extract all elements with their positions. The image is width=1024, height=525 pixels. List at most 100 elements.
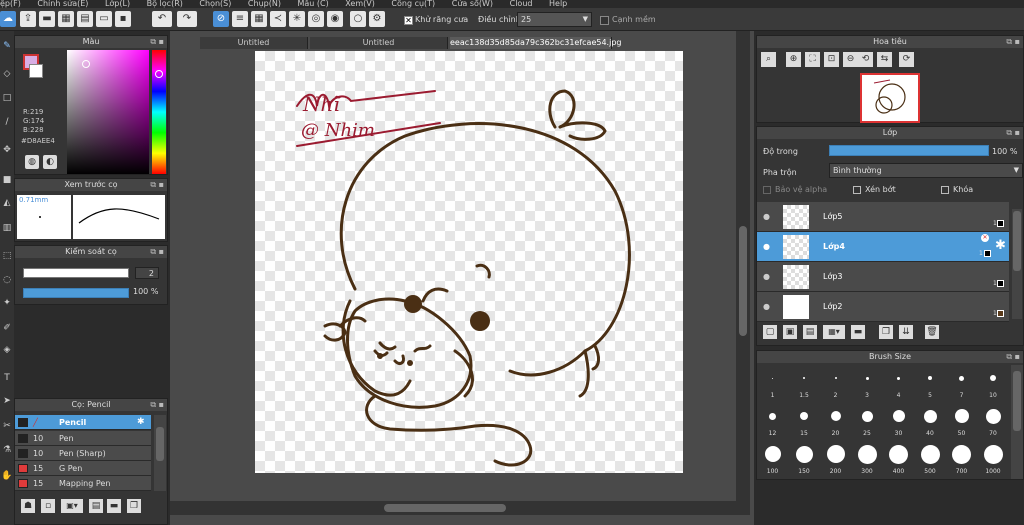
brush-size-cell[interactable]: 30 xyxy=(883,403,914,439)
brush-size-value[interactable]: 2 xyxy=(135,267,159,279)
duplicate-layer-icon[interactable]: ❐ xyxy=(879,325,893,339)
document-icon[interactable]: ▤ xyxy=(77,11,93,27)
scroll-thumb[interactable] xyxy=(156,427,164,461)
brush-settings-icon[interactable]: ☗ xyxy=(21,499,35,513)
hue-slider[interactable] xyxy=(152,50,166,174)
vertical-scrollbar[interactable] xyxy=(736,31,750,507)
panel-menu-icon[interactable]: ⧉ ▪ xyxy=(150,399,164,411)
select-pen-tool-icon[interactable]: ✐ xyxy=(1,321,13,335)
gear-icon[interactable]: ✱ xyxy=(995,238,1006,253)
brush-size-cell[interactable]: 12 xyxy=(757,403,788,439)
comment-icon[interactable]: ▬ xyxy=(39,11,55,27)
eye-icon[interactable]: ● xyxy=(763,212,770,221)
brush-size-cell[interactable]: 300 xyxy=(852,441,883,477)
radial-ruler-icon[interactable]: ✳ xyxy=(289,11,305,27)
lasso-tool-icon[interactable]: ◌ xyxy=(1,273,13,287)
adjust-dropdown[interactable]: 25 ▼ xyxy=(517,12,592,27)
menu-help[interactable]: Help xyxy=(549,0,567,8)
hue-cursor[interactable] xyxy=(155,70,163,78)
brush-size-cell[interactable]: 1 xyxy=(757,365,788,401)
brush-size-cell[interactable]: 200 xyxy=(820,441,851,477)
antialias-checkbox[interactable]: ✕ xyxy=(404,16,413,25)
save-icon[interactable]: ▪ xyxy=(115,11,131,27)
fill-rect-tool-icon[interactable]: ■ xyxy=(1,173,13,187)
rotate-right-icon[interactable]: ⟳ xyxy=(899,52,914,67)
zoom-out-icon[interactable]: ⊖ xyxy=(843,52,858,67)
brush-size-cell[interactable]: 1.5 xyxy=(789,365,820,401)
text-tool-icon[interactable]: T xyxy=(1,371,13,385)
brush-list-scrollbar[interactable] xyxy=(154,415,166,491)
menu-cloud[interactable]: Cloud xyxy=(510,0,533,8)
vertical-scroll-thumb[interactable] xyxy=(739,226,747,336)
panel-menu-icon[interactable]: ⧉ ▪ xyxy=(150,246,164,258)
brush-size-cell[interactable]: 7 xyxy=(946,365,977,401)
fit-icon[interactable]: ⛶ xyxy=(805,52,820,67)
brush-size-scroll-thumb[interactable] xyxy=(1013,371,1021,431)
delete-layer-icon[interactable]: 🗑 xyxy=(925,325,939,339)
smooth-edge-checkbox[interactable] xyxy=(600,16,609,25)
brush-size-cell[interactable]: 40 xyxy=(915,403,946,439)
brush-size-scrollbar[interactable] xyxy=(1011,365,1023,479)
copy-brush-icon[interactable]: ▤ xyxy=(89,499,103,513)
brush-size-cell[interactable]: 25 xyxy=(852,403,883,439)
pen-tool-icon[interactable]: ✎ xyxy=(1,39,13,53)
blend-mode-dropdown[interactable]: Bình thường ▼ xyxy=(829,163,1023,178)
lock-checkbox[interactable] xyxy=(941,186,949,194)
new-layer-dropdown[interactable]: ▦▾ xyxy=(823,325,845,339)
divide-tool-icon[interactable]: ✂ xyxy=(1,419,13,433)
brush-item-pen-sharp[interactable]: 10 Pen (Sharp) xyxy=(15,446,151,461)
layer-opacity-slider[interactable] xyxy=(829,145,989,156)
layer-row-2[interactable]: ● Lớp2 1 xyxy=(757,292,1009,322)
bucket-tool-icon[interactable]: ◭ xyxy=(1,196,13,210)
hand-tool-icon[interactable]: ✋ xyxy=(1,469,13,483)
new-1bit-layer-icon[interactable]: ▤ xyxy=(803,325,817,339)
new-layer-icon[interactable]: ▢ xyxy=(763,325,777,339)
color-swap-icon[interactable]: ◐ xyxy=(43,155,57,169)
panel-menu-icon[interactable]: ⧉ ▪ xyxy=(150,179,164,191)
panel-menu-icon[interactable]: ⧉ ▪ xyxy=(1006,127,1020,139)
tab-untitled-2[interactable]: Untitled xyxy=(310,37,448,49)
brush-item-pencil[interactable]: ╱ Pencil ✱ xyxy=(15,415,151,430)
horizontal-scroll-thumb[interactable] xyxy=(384,504,506,512)
brush-size-cell[interactable]: 4 xyxy=(883,365,914,401)
brush-type-dropdown[interactable]: ▣▾ xyxy=(61,499,83,513)
brush-item-pen[interactable]: 10 Pen xyxy=(15,431,151,446)
menu-filter[interactable]: Bộ lọc(R) xyxy=(147,0,183,8)
duplicate-brush-icon[interactable]: ❐ xyxy=(127,499,141,513)
brush-item-g-pen[interactable]: 15 G Pen xyxy=(15,461,151,476)
gradient-tool-icon[interactable]: ▥ xyxy=(1,221,13,235)
brush-size-cell[interactable]: 500 xyxy=(915,441,946,477)
background-color-swatch[interactable] xyxy=(29,64,43,78)
tab-image[interactable]: eeac138d35d85da79c362bc31efcae54.jpg xyxy=(450,37,621,49)
brush-item-mapping-pen[interactable]: 15 Mapping Pen xyxy=(15,476,151,491)
menu-file[interactable]: ệp(F) xyxy=(0,0,21,8)
brush-size-cell[interactable]: 1000 xyxy=(978,441,1009,477)
brush-size-cell[interactable]: 150 xyxy=(789,441,820,477)
menu-capture[interactable]: Chụp(N) xyxy=(248,0,281,8)
palette-icon[interactable]: ◍ xyxy=(25,155,39,169)
operation-tool-icon[interactable]: ➤ xyxy=(1,394,13,408)
menu-layer[interactable]: Lớp(L) xyxy=(105,0,130,8)
settings-icon[interactable]: ⚙ xyxy=(369,11,385,27)
eyedropper-tool-icon[interactable]: ⚗ xyxy=(1,443,13,457)
brush-size-cell[interactable]: 5 xyxy=(915,365,946,401)
grid-ruler-icon[interactable]: ▦ xyxy=(251,11,267,27)
concentric-ruler-icon[interactable]: ◎ xyxy=(308,11,324,27)
no-symmetry-icon[interactable]: ⊘ xyxy=(213,11,229,27)
close-icon[interactable]: ✕ xyxy=(981,234,989,242)
zoom-icon[interactable]: ⌕ xyxy=(761,52,776,67)
brush-size-cell[interactable]: 700 xyxy=(946,441,977,477)
snap-icon[interactable]: ○ xyxy=(350,11,366,27)
picker-cursor[interactable] xyxy=(82,60,90,68)
merge-layer-icon[interactable]: ⇊ xyxy=(899,325,913,339)
flip-icon[interactable]: ⇆ xyxy=(877,52,892,67)
layer-row-5[interactable]: ● Lớp5 1 xyxy=(757,202,1009,232)
redo-icon[interactable]: ↷ xyxy=(177,11,197,27)
new-brush-icon[interactable]: ▫ xyxy=(41,499,55,513)
rotate-left-icon[interactable]: ⟲ xyxy=(858,52,873,67)
grid-icon[interactable]: ▦ xyxy=(58,11,74,27)
stripe-ruler-icon[interactable]: ≡ xyxy=(232,11,248,27)
undo-icon[interactable]: ↶ xyxy=(152,11,172,27)
brush-size-cell[interactable]: 70 xyxy=(978,403,1009,439)
tab-untitled-1[interactable]: Untitled xyxy=(200,37,308,49)
